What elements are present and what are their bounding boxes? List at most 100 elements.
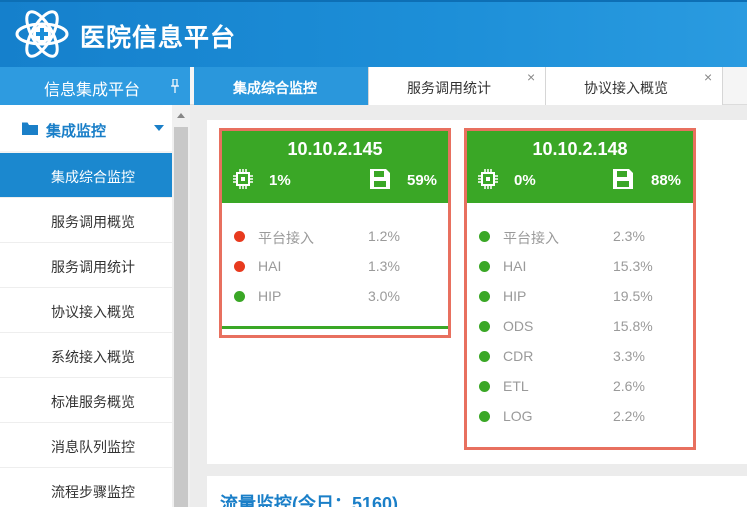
service-row: LOG 2.2% — [467, 402, 693, 432]
service-row: 平台接入 2.3% — [467, 222, 693, 252]
service-name: CDR — [503, 348, 534, 364]
cpu-chip-icon — [233, 169, 253, 189]
service-value: 2.2% — [613, 408, 645, 424]
service-row: HIP 19.5% — [467, 282, 693, 312]
service-row: ODS 15.8% — [467, 312, 693, 342]
main-content: 10.10.2.145 1% 59% 平台接入 1.2% HAI 1.3% HI… — [190, 105, 747, 507]
folder-icon — [22, 122, 38, 135]
memory-usage: 59% — [407, 172, 438, 189]
sidebar: 信息集成平台 集成监控 集成综合监控 服务调用概览 服务调用统计 协议接入概览 … — [0, 67, 190, 507]
service-name: HAI — [503, 258, 527, 274]
sidebar-scrollbar[interactable] — [172, 105, 190, 507]
sidebar-group-label: 集成监控 — [46, 123, 107, 140]
service-name: 平台接入 — [258, 230, 314, 246]
service-name: 平台接入 — [503, 230, 559, 246]
tab-service-call-stats[interactable]: 服务调用统计 × — [369, 67, 546, 105]
sidebar-item-service-call-overview[interactable]: 服务调用概览 — [0, 198, 172, 243]
tab-label: 协议接入概览 — [584, 80, 668, 96]
close-icon[interactable]: × — [704, 69, 712, 85]
service-value: 1.2% — [368, 228, 400, 244]
cpu-chip-icon — [478, 169, 498, 189]
status-dot-ok — [479, 381, 490, 392]
service-row: HAI 15.3% — [467, 252, 693, 282]
service-name: LOG — [503, 408, 533, 424]
server-card-header: 10.10.2.145 1% 59% — [222, 131, 448, 203]
status-dot-ok — [479, 411, 490, 422]
tab-protocol-access[interactable]: 协议接入概览 × — [546, 67, 723, 105]
service-row: 平台接入 1.2% — [222, 222, 448, 252]
tab-integration-overview[interactable]: 集成综合监控 — [194, 67, 369, 105]
service-value: 3.3% — [613, 348, 645, 364]
scrollbar-thumb[interactable] — [174, 127, 188, 507]
status-dot-error — [234, 261, 245, 272]
sidebar-item-process-step[interactable]: 流程步骤监控 — [0, 468, 172, 507]
memory-card-icon — [613, 169, 633, 189]
memory-card-icon — [370, 169, 390, 189]
server-ip: 10.10.2.145 — [287, 139, 383, 159]
flow-monitor-panel: 流量监控(今日：5160) — [207, 476, 747, 507]
service-name: ETL — [503, 378, 529, 394]
sidebar-item-label: 系统接入概览 — [51, 349, 135, 365]
server-card-header: 10.10.2.148 0% 88% — [467, 131, 693, 203]
status-dot-error — [234, 231, 245, 242]
service-value: 3.0% — [368, 288, 400, 304]
card-bottom-line — [222, 326, 448, 329]
status-dot-ok — [479, 351, 490, 362]
service-row: CDR 3.3% — [467, 342, 693, 372]
sidebar-header: 信息集成平台 — [0, 67, 190, 105]
service-value: 2.3% — [613, 228, 645, 244]
tab-label: 集成综合监控 — [233, 80, 317, 96]
status-dot-ok — [479, 321, 490, 332]
pin-icon[interactable] — [170, 79, 180, 93]
service-value: 1.3% — [368, 258, 400, 274]
cpu-usage: 1% — [269, 172, 291, 189]
sidebar-item-label: 集成综合监控 — [51, 169, 135, 185]
status-dot-ok — [479, 291, 490, 302]
service-value: 15.8% — [613, 318, 653, 334]
app-header: 医院信息平台 — [0, 0, 747, 67]
sidebar-item-service-call-stats[interactable]: 服务调用统计 — [0, 243, 172, 288]
server-monitor-panel: 10.10.2.145 1% 59% 平台接入 1.2% HAI 1.3% HI… — [207, 120, 747, 464]
flow-monitor-title: 流量监控(今日：5160) — [220, 494, 399, 507]
sidebar-item-label: 标准服务概览 — [51, 394, 135, 410]
tab-bar: 集成综合监控 服务调用统计 × 协议接入概览 × — [190, 67, 747, 105]
sidebar-menu: 集成综合监控 服务调用概览 服务调用统计 协议接入概览 系统接入概览 标准服务概… — [0, 153, 172, 507]
sidebar-item-label: 服务调用概览 — [51, 214, 135, 230]
tab-label: 服务调用统计 — [407, 80, 491, 96]
sidebar-group-integration-monitor[interactable]: 集成监控 — [0, 105, 172, 151]
sidebar-item-message-queue[interactable]: 消息队列监控 — [0, 423, 172, 468]
sidebar-title: 信息集成平台 — [44, 82, 141, 99]
service-name: HIP — [503, 288, 527, 304]
sidebar-item-label: 流程步骤监控 — [51, 484, 135, 500]
status-dot-ok — [234, 291, 245, 302]
caret-down-icon — [154, 125, 164, 131]
server-card[interactable]: 10.10.2.145 1% 59% 平台接入 1.2% HAI 1.3% HI… — [219, 128, 451, 338]
memory-usage: 88% — [651, 172, 682, 189]
service-row: HIP 3.0% — [222, 282, 448, 312]
status-dot-ok — [479, 261, 490, 272]
sidebar-item-system-access[interactable]: 系统接入概览 — [0, 333, 172, 378]
service-row: ETL 2.6% — [467, 372, 693, 402]
close-icon[interactable]: × — [527, 69, 535, 85]
cpu-usage: 0% — [514, 172, 536, 189]
app-title: 医院信息平台 — [80, 23, 237, 52]
sidebar-item-protocol-access[interactable]: 协议接入概览 — [0, 288, 172, 333]
sidebar-item-label: 消息队列监控 — [51, 439, 135, 455]
service-row: HAI 1.3% — [222, 252, 448, 282]
service-value: 2.6% — [613, 378, 645, 394]
sidebar-item-label: 协议接入概览 — [51, 304, 135, 320]
status-dot-ok — [479, 231, 490, 242]
service-name: HIP — [258, 288, 282, 304]
server-ip: 10.10.2.148 — [532, 139, 628, 159]
sidebar-item-standard-service[interactable]: 标准服务概览 — [0, 378, 172, 423]
header-top-border — [0, 0, 747, 2]
service-value: 15.3% — [613, 258, 653, 274]
service-name: ODS — [503, 318, 534, 334]
sidebar-item-integration-overview[interactable]: 集成综合监控 — [0, 153, 172, 198]
server-card[interactable]: 10.10.2.148 0% 88% 平台接入 2.3% HAI 15.3% H… — [464, 128, 696, 450]
service-name: HAI — [258, 258, 282, 274]
atom-medical-logo-icon — [15, 10, 69, 58]
service-value: 19.5% — [613, 288, 653, 304]
scroll-up-arrow-icon[interactable] — [177, 113, 185, 118]
sidebar-item-label: 服务调用统计 — [51, 259, 135, 275]
